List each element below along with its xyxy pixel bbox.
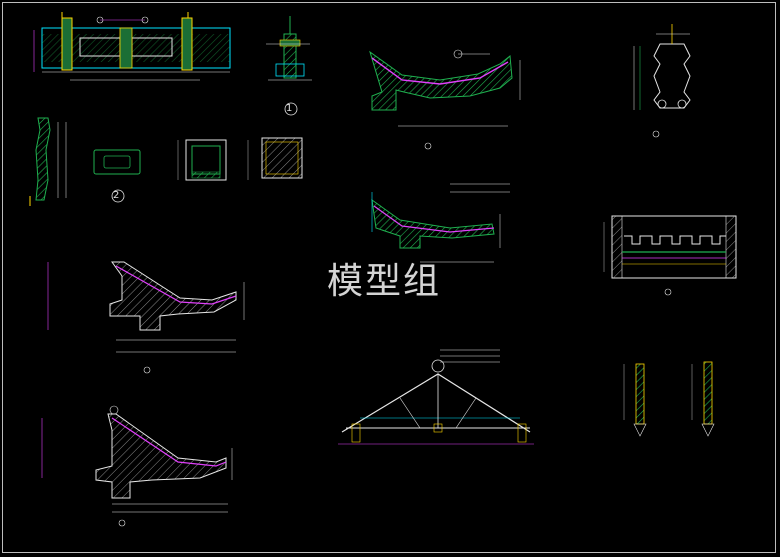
callout-circle-2: 2 <box>113 190 120 201</box>
post-details <box>623 361 715 437</box>
eave-section-a <box>369 49 521 150</box>
watermark-text: 模型组 <box>327 261 442 302</box>
baluster-vase <box>633 24 691 138</box>
cad-drawing-canvas: 1 2 模型组 <box>0 0 780 557</box>
roof-truss <box>338 349 534 445</box>
eave-section-c <box>47 261 245 374</box>
railing-elevation <box>33 12 231 81</box>
eave-section-d <box>41 405 233 527</box>
column-detail <box>29 117 67 206</box>
plate-details <box>93 137 303 203</box>
cornice-elevation <box>603 215 737 296</box>
post-section-1 <box>266 16 312 116</box>
callout-circle-1: 1 <box>286 103 293 114</box>
eave-section-b <box>371 183 510 263</box>
